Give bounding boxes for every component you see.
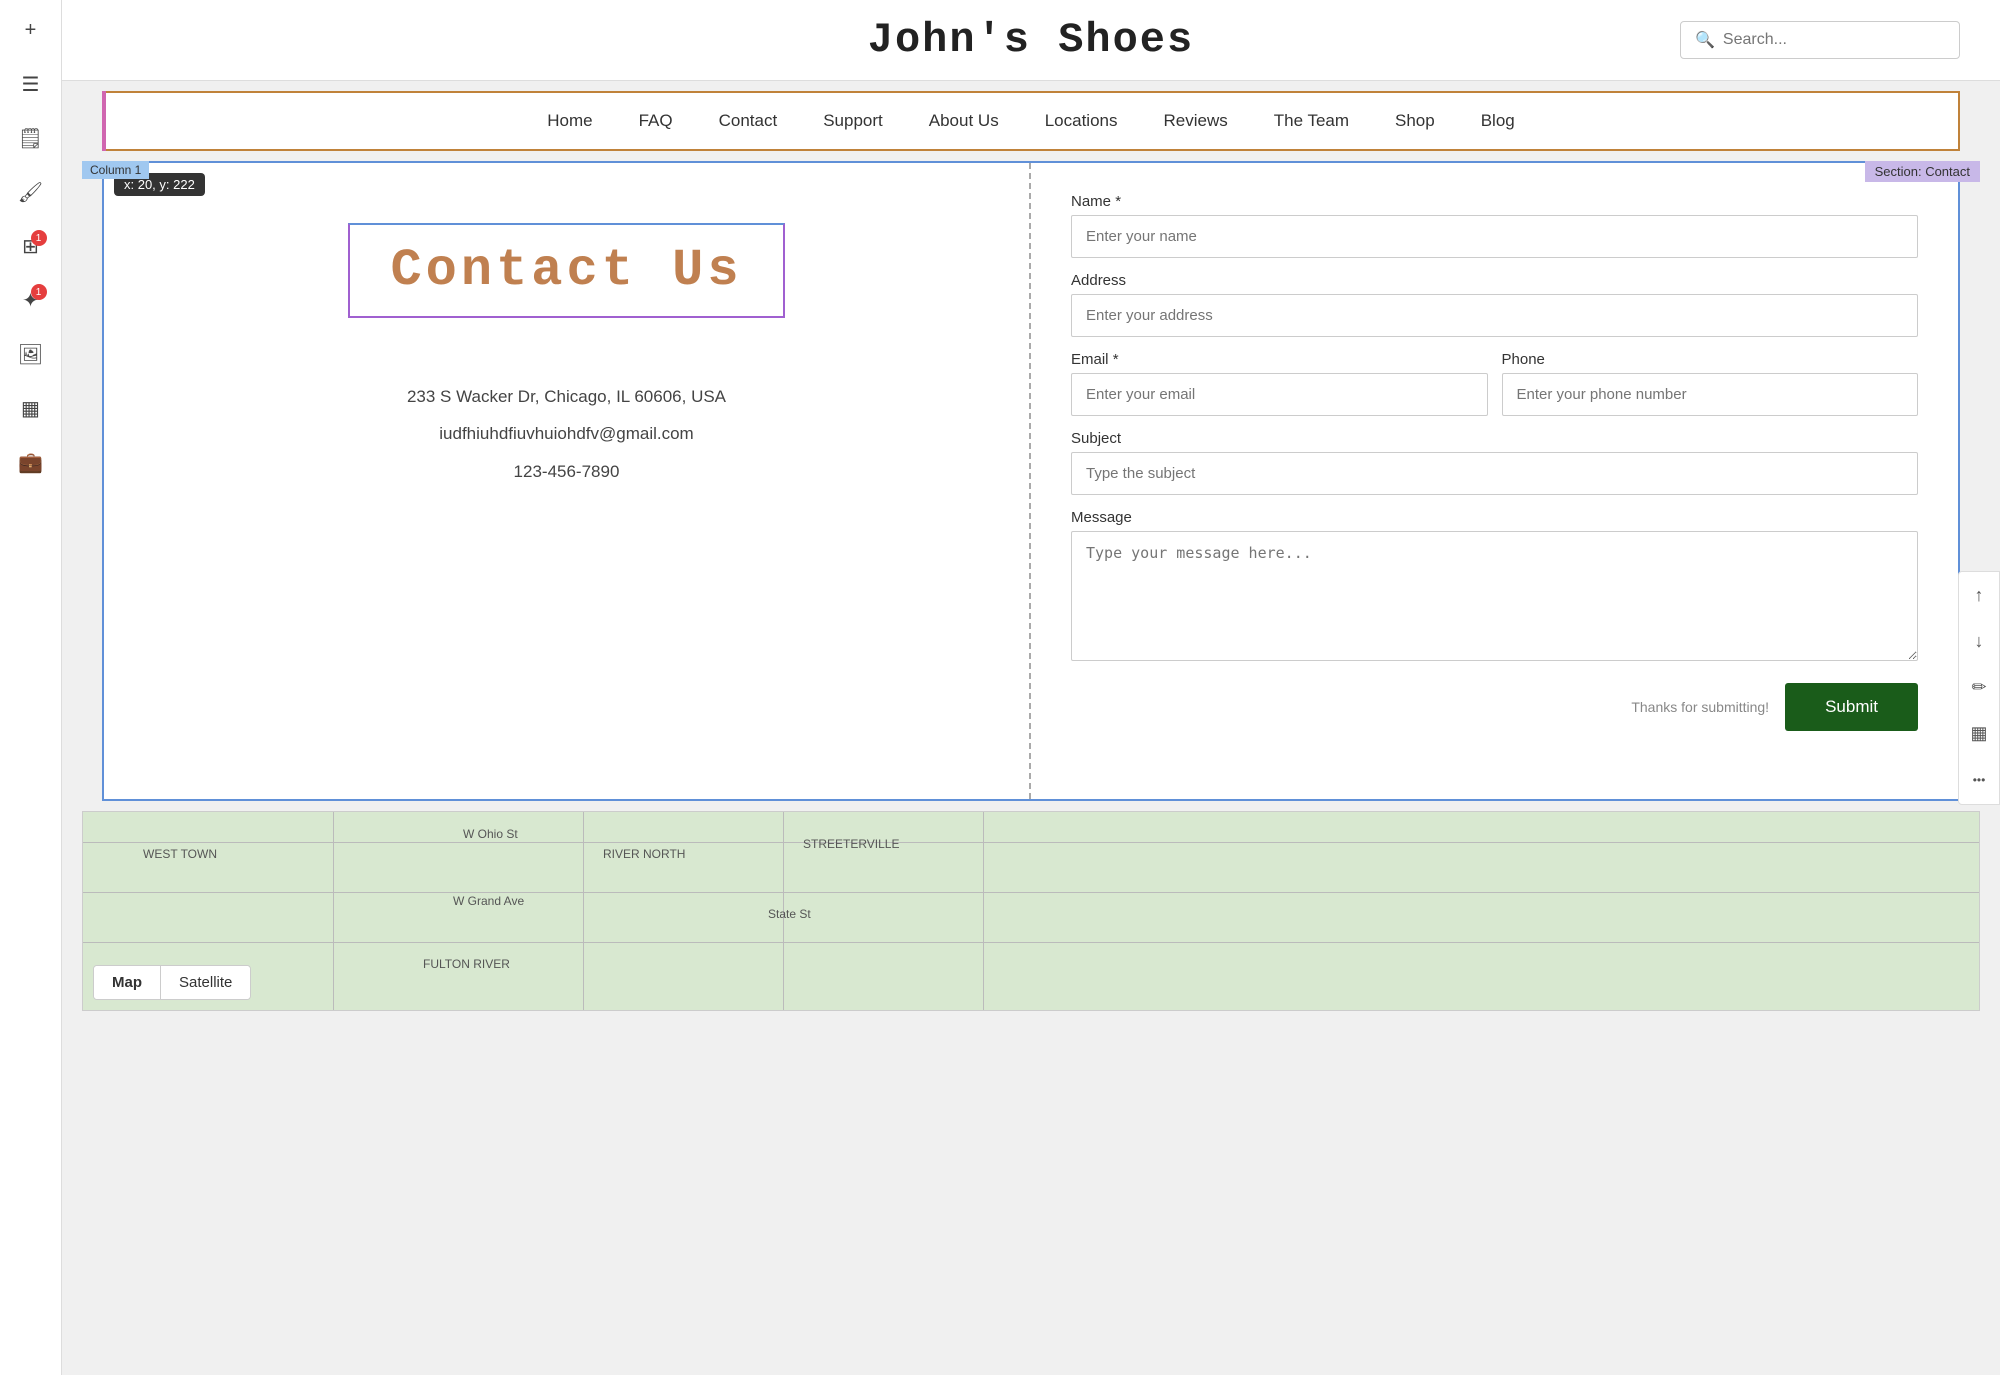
nav-reviews[interactable]: Reviews [1155,107,1235,135]
contact-title-box: Contact Us [348,223,784,318]
phone-field-group: Phone [1502,351,1919,416]
briefcase-icon[interactable]: 💼 [13,444,49,480]
section-label: Section: Contact [1865,161,1980,182]
email-input[interactable] [1071,373,1488,416]
plus-icon[interactable]: + [13,12,49,48]
map-label-river-north: RIVER NORTH [603,847,685,861]
note-icon[interactable]: 🗒 [13,120,49,156]
apps-icon[interactable]: ⊞ 1 [13,228,49,264]
contact-email: iudfhiuhdfiuvhuiohdfv@gmail.com [407,415,726,452]
map-line [83,942,1979,943]
address-input[interactable] [1071,294,1918,337]
site-title: John's Shoes [868,16,1194,64]
nav-bar: Home FAQ Contact Support About Us Locati… [104,93,1958,149]
address-label: Address [1071,272,1918,289]
address-field-group: Address [1071,272,1918,337]
contact-phone: 123-456-7890 [407,453,726,490]
right-panel: Name * Address Email * [1031,163,1958,799]
grid-icon[interactable]: ▦ [13,390,49,426]
message-field-group: Message [1071,509,1918,661]
site-header: John's Shoes 🔍 [62,0,2000,81]
nav-home[interactable]: Home [539,107,600,135]
thanks-text: Thanks for submitting! [1631,699,1769,715]
left-panel: x: 20, y: 222 Contact Us 233 S Wacker Dr… [104,163,1031,799]
email-field-group: Email * [1071,351,1488,416]
brush-icon[interactable]: 🖌 [13,174,49,210]
nav-faq[interactable]: FAQ [631,107,681,135]
submit-area: Thanks for submitting! Submit [1071,675,1918,739]
image-icon[interactable]: 🖼 [13,336,49,372]
message-input[interactable] [1071,531,1918,661]
puzzle-icon[interactable]: ✦ 1 [13,282,49,318]
column-label: Column 1 [82,161,149,179]
right-sidebar: ↑ ↓ ✏ ▦ ••• [1958,571,2000,805]
submit-button[interactable]: Submit [1785,683,1918,731]
map-label-state: State St [768,907,811,921]
nav-contact[interactable]: Contact [711,107,786,135]
email-label: Email * [1071,351,1488,368]
map-label-west-town: WEST TOWN [143,847,217,861]
left-sidebar: + ☰ 🗒 🖌 ⊞ 1 ✦ 1 🖼 ▦ 💼 [0,0,62,1375]
badge-2: 1 [31,284,47,300]
scroll-up-icon[interactable]: ↑ [1963,580,1995,612]
nav-shop[interactable]: Shop [1387,107,1443,135]
subject-field-group: Subject [1071,430,1918,495]
main-content: John's Shoes 🔍 Home FAQ Contact Support … [62,0,2000,1375]
map-tab-map[interactable]: Map [94,966,160,999]
map-tab-satellite[interactable]: Satellite [160,966,250,999]
name-label: Name * [1071,193,1918,210]
message-label: Message [1071,509,1918,526]
badge-1: 1 [31,230,47,246]
search-bar[interactable]: 🔍 [1680,21,1960,59]
list-icon[interactable]: ☰ [13,66,49,102]
email-phone-row: Email * Phone [1071,351,1918,416]
subject-input[interactable] [1071,452,1918,495]
contact-address: 233 S Wacker Dr, Chicago, IL 60606, USA [407,378,726,415]
nav-support[interactable]: Support [815,107,891,135]
map-line [583,812,584,1010]
nav-container: Home FAQ Contact Support About Us Locati… [102,91,1960,151]
map-section: WEST TOWN W Ohio St RIVER NORTH STREETER… [82,811,1980,1011]
map-line [333,812,334,1010]
subject-label: Subject [1071,430,1918,447]
map-label-wohio: W Ohio St [463,827,518,841]
map-controls: Map Satellite [93,965,251,1000]
map-line [983,812,984,1010]
map-label-streeterville: STREETERVILLE [803,837,899,851]
map-label-fulton: FULTON RIVER [423,957,510,971]
contact-info: 233 S Wacker Dr, Chicago, IL 60606, USA … [407,378,726,490]
map-line [83,842,1979,843]
scroll-down-icon[interactable]: ↓ [1963,626,1995,658]
layout-icon[interactable]: ▦ [1963,718,1995,750]
search-input[interactable] [1723,31,1945,49]
nav-about[interactable]: About Us [921,107,1007,135]
nav-locations[interactable]: Locations [1037,107,1126,135]
name-field-group: Name * [1071,193,1918,258]
more-icon[interactable]: ••• [1963,764,1995,796]
map-line [83,892,1979,893]
phone-input[interactable] [1502,373,1919,416]
name-input[interactable] [1071,215,1918,258]
search-icon: 🔍 [1695,30,1715,50]
nav-team[interactable]: The Team [1266,107,1357,135]
edit-icon[interactable]: ✏ [1963,672,1995,704]
contact-title: Contact Us [390,241,742,300]
nav-blog[interactable]: Blog [1473,107,1523,135]
phone-label: Phone [1502,351,1919,368]
nav-left-border [102,91,106,151]
map-label-wgrand: W Grand Ave [453,894,524,908]
content-section: x: 20, y: 222 Contact Us 233 S Wacker Dr… [102,161,1960,801]
